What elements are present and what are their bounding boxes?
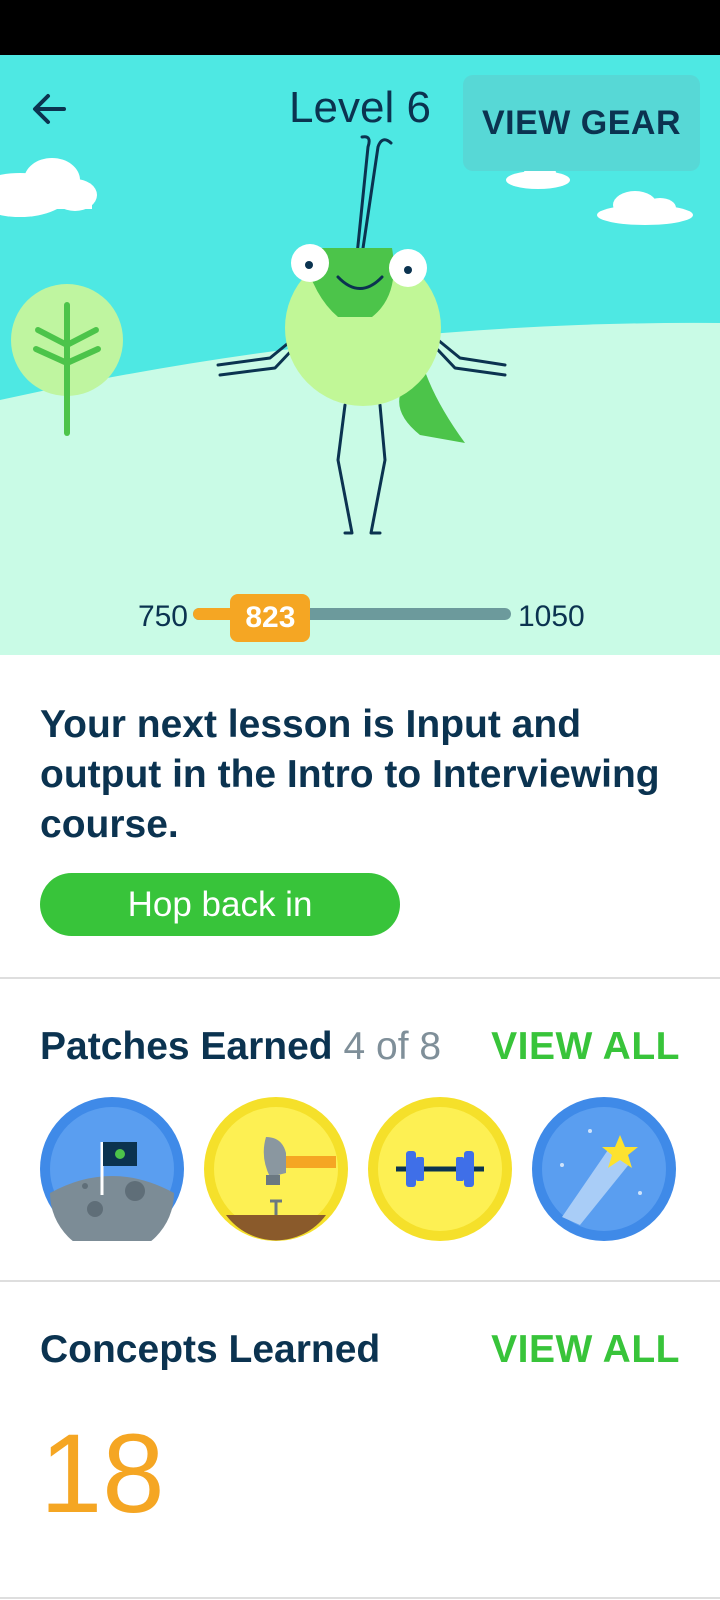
section-divider [0, 1597, 720, 1599]
section-divider [0, 1280, 720, 1282]
patches-view-all-link[interactable]: VIEW ALL [491, 1025, 680, 1069]
moon-flag-patch-icon [40, 1097, 184, 1255]
status-bar [0, 0, 720, 55]
patch-hammer-nail[interactable] [204, 1097, 348, 1241]
hammer-nail-patch-icon [204, 1097, 348, 1241]
concepts-learned-count: 18 [40, 1411, 165, 1536]
hop-back-in-button[interactable]: Hop back in [40, 873, 400, 936]
patches-earned-title: Patches Earned 4 of 8 [40, 1025, 441, 1069]
view-gear-button[interactable]: VIEW GEAR [463, 75, 700, 171]
concepts-learned-title: Concepts Learned [40, 1328, 381, 1371]
section-divider [0, 977, 720, 979]
progress-max-label: 1050 [518, 600, 585, 633]
concepts-view-all-link[interactable]: VIEW ALL [491, 1328, 680, 1372]
patches-title-text: Patches Earned [40, 1025, 333, 1068]
shooting-star-patch-icon [532, 1097, 676, 1241]
patches-count: 4 of 8 [343, 1025, 442, 1068]
patch-moon-flag[interactable] [40, 1097, 184, 1255]
dumbbell-patch-icon [368, 1097, 512, 1241]
progress-current-badge: 823 [230, 594, 311, 642]
level-title: Level 6 [289, 83, 431, 132]
arrow-left-icon [33, 94, 66, 124]
back-button[interactable] [26, 85, 74, 133]
next-lesson-text: Your next lesson is Input and output in … [40, 703, 660, 846]
level-hero: Level 6 VIEW GEAR 750 823 1050 [0, 55, 720, 655]
progress-min-label: 750 [137, 600, 188, 633]
patch-shooting-star[interactable] [532, 1097, 676, 1241]
patch-dumbbell[interactable] [368, 1097, 512, 1241]
